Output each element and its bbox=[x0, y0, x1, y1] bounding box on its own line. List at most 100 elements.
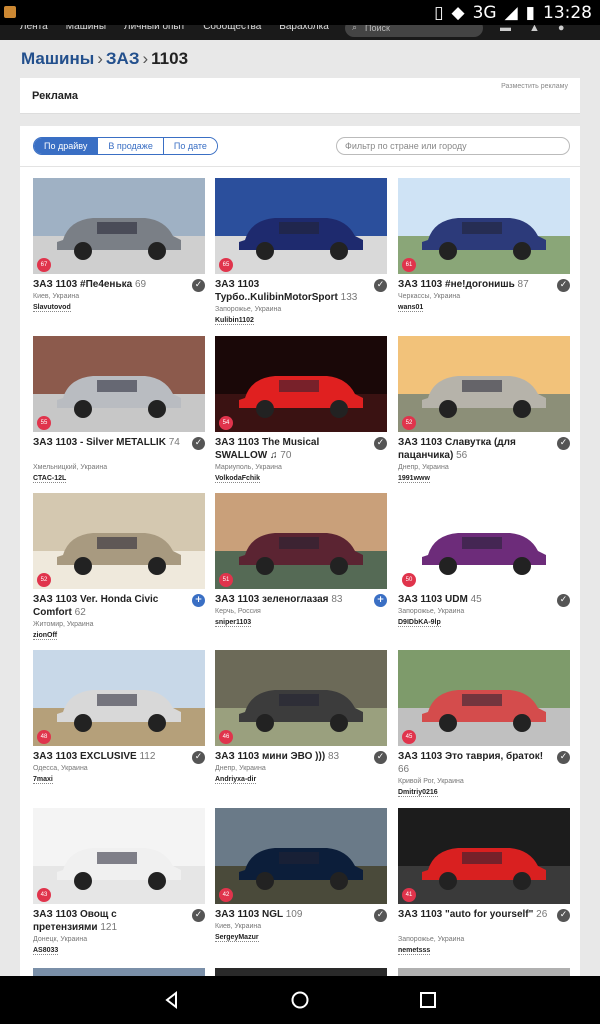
car-title-link[interactable]: ЗАЗ 1103 "auto for yourself" 26 bbox=[398, 908, 548, 921]
view-count: 87 bbox=[517, 279, 529, 290]
car-title-link[interactable]: ЗАЗ 1103 Турбо..KulibinMotorSport 133 bbox=[215, 278, 365, 304]
owner-username[interactable]: 1991www bbox=[398, 475, 430, 483]
owner-username[interactable]: Kulibin1102 bbox=[215, 317, 254, 325]
car-title-link[interactable]: ЗАЗ 1103 зеленоглазая 83 bbox=[215, 593, 365, 606]
car-photo[interactable] bbox=[33, 493, 205, 589]
place-ad-link[interactable]: Разместить рекламу bbox=[501, 83, 568, 90]
car-card[interactable]: 50 ЗАЗ 1103 UDM 45 ✓ Запорожье, Украина D9ID… bbox=[398, 493, 570, 643]
car-title-link[interactable]: ЗАЗ 1103 Славутка (для пацанчика) 56 bbox=[398, 436, 548, 462]
site-nav-link[interactable]: Лента bbox=[20, 25, 48, 32]
car-photo[interactable] bbox=[215, 493, 387, 589]
car-title-link[interactable]: ЗАЗ 1103 - Silver METALLIK 74 bbox=[33, 436, 183, 449]
city-filter-input[interactable]: Фильтр по стране или городу bbox=[336, 137, 570, 155]
car-photo[interactable] bbox=[398, 808, 570, 904]
car-photo[interactable] bbox=[33, 336, 205, 432]
car-card[interactable]: 67 ЗАЗ 1103 #Пе4енька 69 ✓ Киев, Украина Sla… bbox=[33, 178, 205, 328]
car-location: Днепр, Украина bbox=[398, 464, 449, 471]
car-title-link[interactable]: ЗАЗ 1103 Это таврия, браток! 66 bbox=[398, 750, 548, 776]
car-card[interactable]: 41 ЗАЗ 1103 "auto for yourself" 26 ✓ Запоро… bbox=[398, 808, 570, 958]
breadcrumb-link-brand[interactable]: ЗАЗ bbox=[106, 49, 140, 68]
car-card[interactable]: 46 ЗАЗ 1103 мини ЭВО ))) 83 ✓ Днепр, Украин… bbox=[215, 650, 387, 800]
car-title-link[interactable]: ЗАЗ 1103 #не!догонишь 87 bbox=[398, 278, 548, 291]
tab-for-sale[interactable]: В продаже bbox=[97, 138, 163, 154]
car-card[interactable]: 51 ЗАЗ 1103 зеленоглазая 83 + Керчь, Россия… bbox=[215, 493, 387, 643]
car-photo[interactable] bbox=[215, 808, 387, 904]
car-card[interactable]: 61 ЗАЗ 1103 #не!догонишь 87 ✓ Черкассы, Укр… bbox=[398, 178, 570, 328]
car-card[interactable]: 43 ЗАЗ 1103 Овощ с претензиями 121 ✓ Донецк… bbox=[33, 808, 205, 958]
site-nav-link[interactable]: Личный опыт bbox=[124, 25, 185, 32]
car-card[interactable]: 55 ЗАЗ 1103 - Silver METALLIK 74 ✓ Хмельниц… bbox=[33, 336, 205, 486]
car-title-link[interactable]: ЗАЗ 1103 NGL 109 bbox=[215, 908, 365, 921]
car-card[interactable]: 54 ЗАЗ 1103 The Musical SWALLOW ♫ 70 ✓ Мари… bbox=[215, 336, 387, 486]
owner-username[interactable]: Slavutovod bbox=[33, 304, 71, 312]
car-photo-image bbox=[215, 650, 387, 746]
view-count: 69 bbox=[134, 279, 147, 290]
add-car-button[interactable]: + bbox=[192, 594, 205, 607]
car-photo-partial[interactable] bbox=[215, 968, 387, 976]
site-nav-link[interactable]: Барахолка bbox=[279, 25, 328, 32]
view-count: 112 bbox=[139, 751, 156, 762]
car-photo[interactable] bbox=[398, 178, 570, 274]
car-photo[interactable] bbox=[33, 808, 205, 904]
owner-username[interactable]: nemetsss bbox=[398, 947, 431, 955]
car-photo[interactable] bbox=[33, 178, 205, 274]
owner-username[interactable]: Andriyxa-dir bbox=[215, 776, 257, 784]
car-card[interactable]: 65 ЗАЗ 1103 Турбо..KulibinMotorSport 133 ✓… bbox=[215, 178, 387, 328]
car-photo[interactable] bbox=[215, 650, 387, 746]
car-card[interactable]: 48 ЗАЗ 1103 EXCLUSIVE 112 ✓ Одесса, Украина… bbox=[33, 650, 205, 800]
breadcrumb-link-cars[interactable]: Машины bbox=[21, 49, 94, 68]
owner-username[interactable]: zionOff bbox=[33, 632, 58, 640]
rank-badge: 61 bbox=[402, 258, 416, 272]
check-icon: ✓ bbox=[557, 437, 570, 450]
bell-icon[interactable]: ▲ bbox=[529, 25, 540, 34]
car-icon[interactable]: ▬ bbox=[500, 25, 511, 34]
car-card[interactable]: 52 ЗАЗ 1103 Ver. Honda Civic Comfort 62 + Ж… bbox=[33, 493, 205, 643]
car-title-link[interactable]: ЗАЗ 1103 #Пе4енька 69 bbox=[33, 278, 183, 291]
car-card[interactable]: 45 ЗАЗ 1103 Это таврия, браток! 66 ✓ Кривой… bbox=[398, 650, 570, 800]
check-icon: ✓ bbox=[192, 909, 205, 922]
car-title-link[interactable]: ЗАЗ 1103 The Musical SWALLOW ♫ 70 bbox=[215, 436, 365, 462]
owner-username[interactable]: D9IDbKA-9lp bbox=[398, 619, 441, 627]
owner-username[interactable]: AS8033 bbox=[33, 947, 59, 955]
car-photo[interactable] bbox=[215, 336, 387, 432]
recents-icon[interactable] bbox=[418, 990, 438, 1010]
view-count: 121 bbox=[100, 922, 118, 933]
car-photo[interactable] bbox=[398, 336, 570, 432]
car-photo-partial[interactable] bbox=[398, 968, 570, 976]
check-icon: ✓ bbox=[374, 279, 387, 292]
car-card[interactable]: 52 ЗАЗ 1103 Славутка (для пацанчика) 56 ✓ Д… bbox=[398, 336, 570, 486]
owner-username[interactable]: SergeyMazur bbox=[215, 934, 259, 942]
car-title-link[interactable]: ЗАЗ 1103 Овощ с претензиями 121 bbox=[33, 908, 183, 934]
owner-username[interactable]: Dmitriy0216 bbox=[398, 789, 438, 797]
car-title: ЗАЗ 1103 #не!догонишь bbox=[398, 279, 515, 290]
car-location: Хмельницкий, Украина bbox=[33, 464, 108, 471]
back-icon[interactable] bbox=[162, 990, 182, 1010]
car-title-link[interactable]: ЗАЗ 1103 мини ЭВО ))) 83 bbox=[215, 750, 365, 763]
car-title-link[interactable]: ЗАЗ 1103 EXCLUSIVE 112 bbox=[33, 750, 183, 763]
car-photo[interactable] bbox=[33, 650, 205, 746]
car-photo[interactable] bbox=[398, 650, 570, 746]
car-photo[interactable] bbox=[398, 493, 570, 589]
car-photo-partial[interactable] bbox=[33, 968, 205, 976]
owner-username[interactable]: sniper1103 bbox=[215, 619, 252, 627]
wifi-icon: ◆ bbox=[451, 3, 465, 23]
site-nav-link[interactable]: Машины bbox=[66, 25, 106, 32]
car-title-link[interactable]: ЗАЗ 1103 UDM 45 bbox=[398, 593, 548, 606]
car-card[interactable]: 42 ЗАЗ 1103 NGL 109 ✓ Киев, Украина SergeyMa… bbox=[215, 808, 387, 958]
owner-username[interactable]: VolkodaFchik bbox=[215, 475, 260, 483]
view-count: 83 bbox=[331, 594, 343, 605]
user-icon[interactable]: ● bbox=[558, 25, 565, 34]
site-search-input[interactable]: ⌕ Поиск bbox=[345, 25, 483, 37]
cars-panel: По драйву В продаже По дате Фильтр по ст… bbox=[20, 126, 580, 976]
car-title: ЗАЗ 1103 EXCLUSIVE bbox=[33, 751, 137, 762]
owner-username[interactable]: 7maxi bbox=[33, 776, 53, 784]
site-nav-link[interactable]: Сообщества bbox=[203, 25, 261, 32]
owner-username[interactable]: wans01 bbox=[398, 304, 424, 312]
add-car-button[interactable]: + bbox=[374, 594, 387, 607]
tab-by-date[interactable]: По дате bbox=[162, 138, 217, 154]
home-icon[interactable] bbox=[290, 990, 310, 1010]
owner-username[interactable]: CTAC-12L bbox=[33, 475, 67, 483]
tab-by-drive[interactable]: По драйву bbox=[34, 138, 98, 154]
car-photo[interactable] bbox=[215, 178, 387, 274]
car-title-link[interactable]: ЗАЗ 1103 Ver. Honda Civic Comfort 62 bbox=[33, 593, 183, 619]
